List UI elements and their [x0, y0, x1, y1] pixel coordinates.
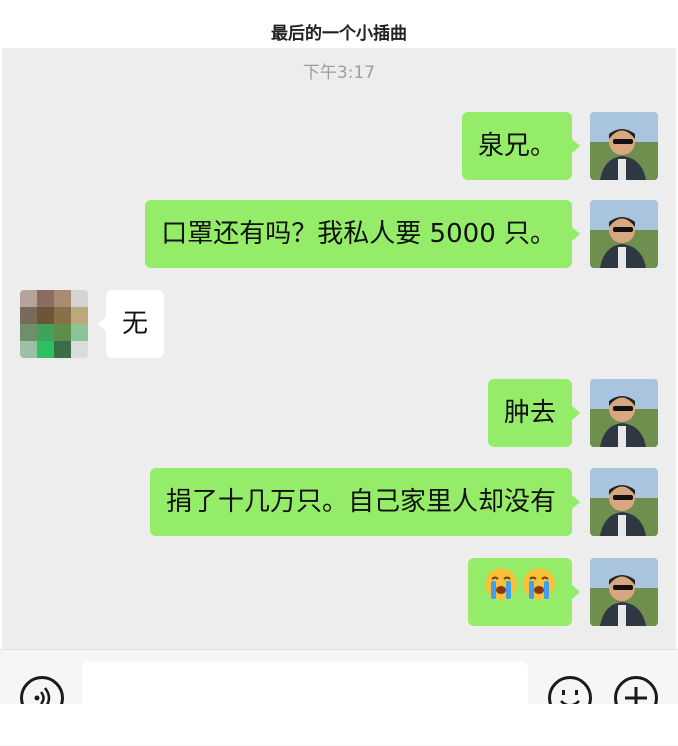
avatar-self[interactable]: [590, 112, 658, 180]
message-bubble-sent[interactable]: 口罩还有吗？我私人要 5000 只。: [145, 200, 580, 268]
avatar-self[interactable]: [590, 379, 658, 447]
message-bubble-sent[interactable]: 泉兄。: [461, 112, 581, 180]
crying-face-icon: [484, 559, 518, 627]
message-bubble-sent-emoji[interactable]: [468, 558, 580, 627]
message-text: 无: [122, 309, 149, 339]
crying-face-icon: [522, 559, 556, 627]
message-bubble-sent[interactable]: 肿去: [487, 379, 581, 447]
message-text: 捐了十几万只。自己家里人却没有: [165, 487, 556, 517]
message-text: 口罩还有吗？我私人要 5000 只。: [161, 219, 556, 249]
message-text: 泉兄。: [477, 131, 556, 161]
avatar-self[interactable]: [590, 200, 658, 268]
message-timestamp: 下午3:17: [302, 63, 376, 83]
chat-area[interactable]: 下午3:17 泉兄。 口罩还有吗？我私人要 5000 只。 无 肿去 捐了十几万…: [2, 48, 676, 649]
avatar-self[interactable]: [590, 468, 658, 536]
message-text: 肿去: [503, 398, 556, 428]
page-title: 最后的一个小插曲: [271, 24, 407, 44]
avatar-contact-blurred[interactable]: [20, 290, 88, 358]
screenshot-crop-area: [0, 704, 678, 745]
avatar-self[interactable]: [590, 558, 658, 626]
message-bubble-sent[interactable]: 捐了十几万只。自己家里人却没有: [149, 468, 581, 536]
message-bubble-received[interactable]: 无: [97, 290, 165, 358]
